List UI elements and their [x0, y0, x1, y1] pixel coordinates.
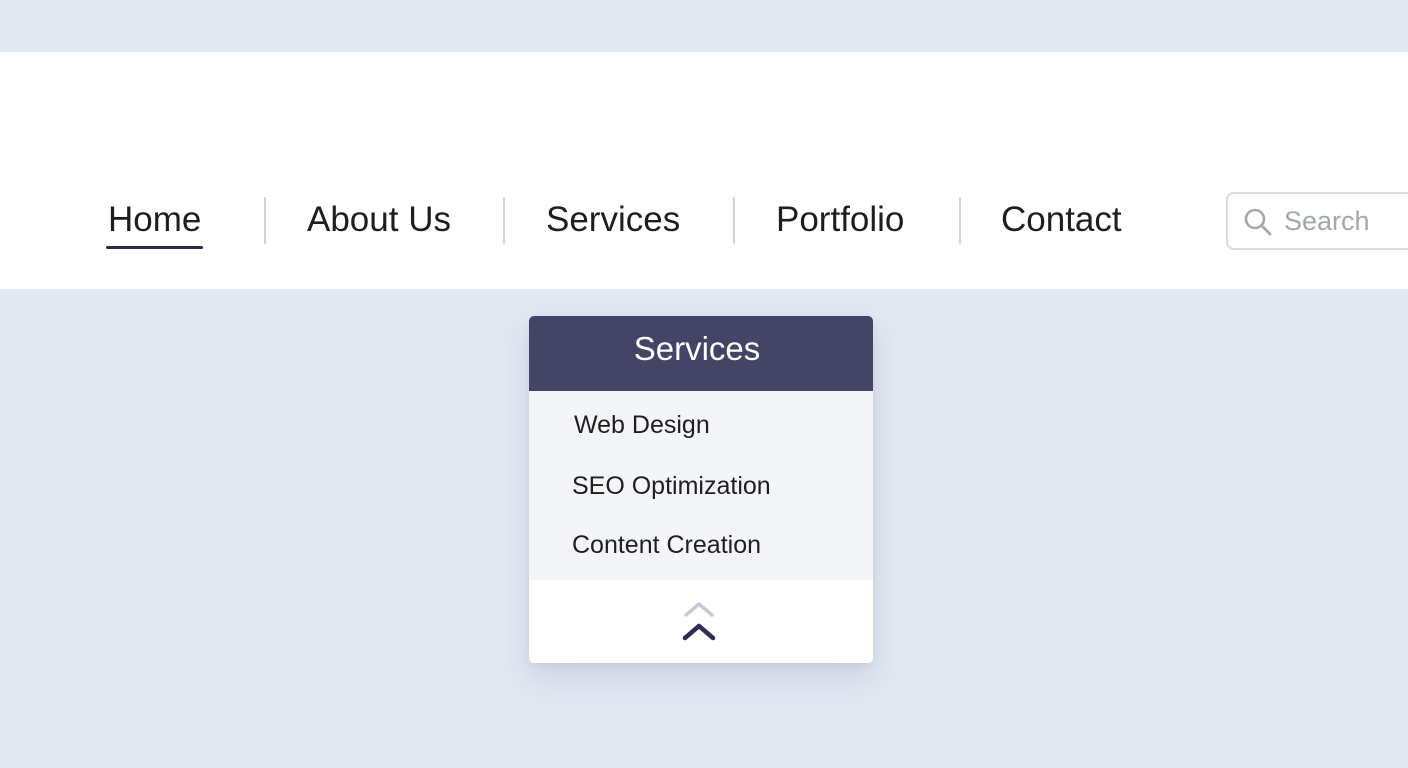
top-navigation-bar: Home About Us Services Portfolio Contact — [0, 52, 1408, 289]
dropdown-list: Web Design SEO Optimization Content Crea… — [529, 391, 873, 580]
services-dropdown-menu: Services Web Design SEO Optimization Con… — [529, 316, 873, 663]
nav-item-about-us[interactable]: About Us — [307, 197, 451, 243]
nav-item-portfolio[interactable]: Portfolio — [776, 197, 904, 243]
dropdown-item-content-creation[interactable]: Content Creation — [572, 528, 761, 562]
collapse-button[interactable] — [677, 598, 721, 646]
dropdown-item-web-design[interactable]: Web Design — [574, 408, 710, 442]
search-box[interactable] — [1226, 192, 1408, 250]
nav-separator — [503, 197, 505, 244]
nav-separator — [733, 197, 735, 244]
search-input[interactable] — [1284, 202, 1408, 240]
nav-item-contact[interactable]: Contact — [1001, 197, 1122, 243]
nav-item-services[interactable]: Services — [546, 197, 680, 243]
nav-item-home[interactable]: Home — [105, 197, 204, 249]
double-chevron-up-icon — [682, 602, 716, 641]
nav-separator — [264, 197, 266, 244]
dropdown-item-seo-optimization[interactable]: SEO Optimization — [572, 469, 771, 503]
dropdown-footer — [529, 580, 873, 663]
nav-separator — [959, 197, 961, 244]
search-icon — [1244, 208, 1272, 236]
dropdown-title: Services — [529, 316, 873, 391]
